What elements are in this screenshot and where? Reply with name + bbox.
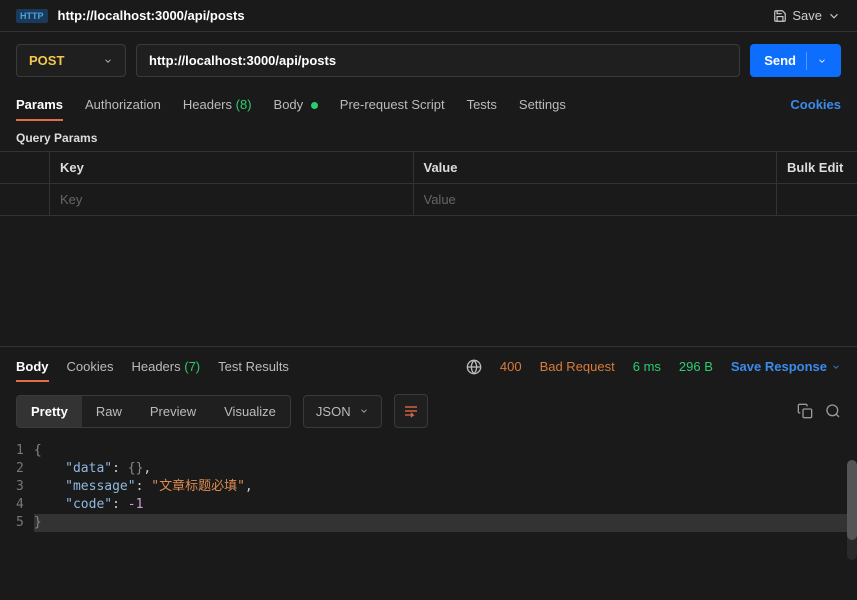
line-numbers: 1 2 3 4 5 <box>0 436 34 538</box>
send-label: Send <box>764 53 796 68</box>
tab-authorization[interactable]: Authorization <box>85 89 161 120</box>
chevron-down-icon <box>103 56 113 66</box>
response-body[interactable]: 1 2 3 4 5 { "data": {}, "message": "文章标题… <box>0 436 857 538</box>
resp-tab-cookies[interactable]: Cookies <box>67 355 114 378</box>
format-select[interactable]: JSON <box>303 395 382 428</box>
method-label: POST <box>29 53 103 68</box>
save-label: Save <box>792 8 822 23</box>
tab-body[interactable]: Body <box>274 89 318 120</box>
chevron-down-icon <box>817 56 827 66</box>
wrap-lines-button[interactable] <box>394 394 428 428</box>
params-table: Key Value Bulk Edit <box>0 151 857 216</box>
resp-tab-headers-label: Headers <box>131 359 180 374</box>
send-button[interactable]: Send <box>750 44 841 77</box>
bulk-edit-button[interactable]: Bulk Edit <box>777 152 857 183</box>
status-time: 6 ms <box>633 359 661 374</box>
save-response-button[interactable]: Save Response <box>731 359 841 374</box>
url-input[interactable] <box>149 53 727 68</box>
request-title: http://localhost:3000/api/posts <box>58 8 774 23</box>
globe-icon[interactable] <box>466 359 482 375</box>
params-col-value: Value <box>414 152 778 183</box>
query-params-title: Query Params <box>0 121 857 151</box>
chevron-down-icon <box>359 406 369 416</box>
view-mode-tabs: Pretty Raw Preview Visualize <box>16 395 291 428</box>
status-text: Bad Request <box>540 359 615 374</box>
save-response-label: Save Response <box>731 359 827 374</box>
send-divider <box>806 52 807 70</box>
resp-tab-test-results[interactable]: Test Results <box>218 355 289 378</box>
resp-tab-body[interactable]: Body <box>16 355 49 378</box>
param-key-input[interactable] <box>60 192 403 207</box>
view-tab-pretty[interactable]: Pretty <box>17 396 82 427</box>
tab-settings[interactable]: Settings <box>519 89 566 120</box>
status-size: 296 B <box>679 359 713 374</box>
cookies-link[interactable]: Cookies <box>790 97 841 112</box>
save-icon <box>773 9 787 23</box>
copy-icon[interactable] <box>797 403 813 419</box>
scrollbar[interactable] <box>847 460 857 560</box>
view-tab-visualize[interactable]: Visualize <box>210 396 290 427</box>
params-col-key: Key <box>50 152 414 183</box>
view-tab-preview[interactable]: Preview <box>136 396 210 427</box>
tab-body-label: Body <box>274 97 304 112</box>
code-content: { "data": {}, "message": "文章标题必填", "code… <box>34 436 857 538</box>
params-col-checkbox <box>0 152 50 183</box>
http-badge: HTTP <box>16 9 48 23</box>
wrap-icon <box>403 403 419 419</box>
tab-headers[interactable]: Headers (8) <box>183 89 252 120</box>
resp-tab-headers[interactable]: Headers (7) <box>131 355 200 378</box>
tab-params[interactable]: Params <box>16 89 63 120</box>
tab-headers-count: (8) <box>236 97 252 112</box>
params-row <box>0 184 857 216</box>
scrollbar-thumb[interactable] <box>847 460 857 540</box>
method-select[interactable]: POST <box>16 44 126 77</box>
status-code: 400 <box>500 359 522 374</box>
chevron-down-icon <box>831 362 841 372</box>
body-modified-dot <box>311 102 318 109</box>
tab-tests[interactable]: Tests <box>467 89 497 120</box>
save-button[interactable]: Save <box>773 8 841 23</box>
param-value-input[interactable] <box>424 192 767 207</box>
resp-tab-headers-count: (7) <box>184 359 200 374</box>
tab-prerequest[interactable]: Pre-request Script <box>340 89 445 120</box>
chevron-down-icon <box>827 9 841 23</box>
search-icon[interactable] <box>825 403 841 419</box>
format-label: JSON <box>316 404 351 419</box>
view-tab-raw[interactable]: Raw <box>82 396 136 427</box>
tab-headers-label: Headers <box>183 97 232 112</box>
